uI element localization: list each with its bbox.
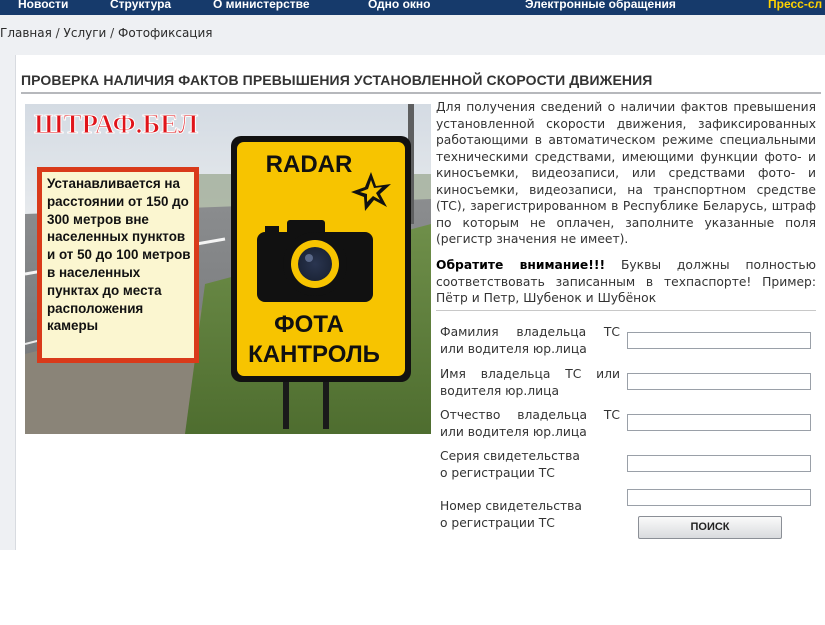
breadcrumb-separator: / <box>55 26 60 40</box>
owner-patronymic-input[interactable] <box>627 414 811 431</box>
sign-line1-text: ФОТА <box>274 311 344 338</box>
title-divider <box>21 92 821 94</box>
breadcrumb-home[interactable]: Главная <box>0 26 52 40</box>
owner-patronymic-label: Отчество владельца ТС или водителя юр.ли… <box>440 408 620 439</box>
owner-surname-label: Фамилия владельца ТС или водителя юр.лиц… <box>440 325 620 356</box>
radar-banner-image: RADAR ФОТА КАНТРОЛЬ ШТРАФ.БЕЛ Устанавлив… <box>25 104 431 434</box>
nav-item-about-ministry[interactable]: О министерстве <box>213 0 310 11</box>
breadcrumb-separator: / <box>110 26 115 40</box>
certificate-series-input[interactable] <box>627 455 811 472</box>
nav-item-structure[interactable]: Структура <box>110 0 171 11</box>
nav-item-electronic-appeals[interactable]: Электронные обращения <box>525 0 676 11</box>
owner-name-input[interactable] <box>627 373 811 390</box>
camera-icon <box>257 220 373 302</box>
top-navigation: Новости Структура О министерстве Одно ок… <box>0 0 825 15</box>
description-text: Для получения сведений о наличии фактов … <box>436 100 816 246</box>
info-box-text: Устанавливается на расстоянии от 150 до … <box>47 176 191 334</box>
nav-item-one-window[interactable]: Одно окно <box>368 0 430 11</box>
certificate-number-label: Номер свидетельства о регистрации ТС <box>440 499 582 530</box>
nav-item-news[interactable]: Новости <box>18 0 68 11</box>
notice-label: Обратите внимание!!! <box>436 258 606 272</box>
search-button[interactable]: ПОИСК <box>638 516 782 539</box>
breadcrumb-photofixation[interactable]: Фотофиксация <box>118 26 212 40</box>
notice: Обратите внимание!!! Буквы должны полнос… <box>436 257 816 307</box>
owner-surname-input[interactable] <box>627 332 811 349</box>
sign-top-text: RADAR <box>266 151 353 178</box>
page-title: ПРОВЕРКА НАЛИЧИЯ ФАКТОВ ПРЕВЫШЕНИЯ УСТАН… <box>21 72 653 88</box>
brand-logo-text: ШТРАФ.БЕЛ <box>34 109 198 139</box>
breadcrumb: Главная / Услуги / Фотофиксация <box>0 26 213 40</box>
sign-line2-text: КАНТРОЛЬ <box>248 341 380 368</box>
form-divider <box>436 310 816 311</box>
certificate-number-input[interactable] <box>627 489 811 506</box>
breadcrumb-services[interactable]: Услуги <box>64 26 107 40</box>
owner-name-label: Имя владельца ТС или водителя юр.лица <box>440 367 620 398</box>
nav-item-press-service[interactable]: Пресс-сл <box>768 0 822 11</box>
certificate-series-label: Серия свидетельства о регистрации ТС <box>440 449 580 480</box>
